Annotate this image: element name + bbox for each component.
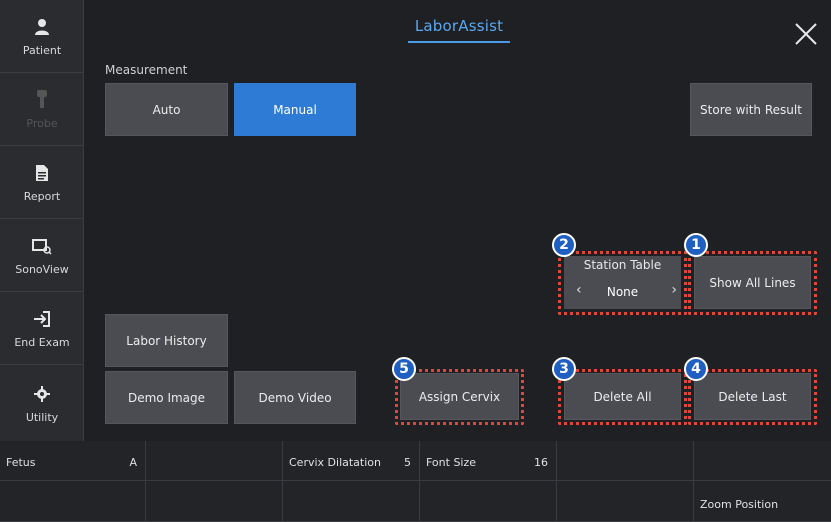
- callout-badge-5: 5: [392, 357, 416, 381]
- sidebar-item-label: Probe: [26, 116, 58, 130]
- cervix-dilatation-label: Cervix Dilatation: [289, 456, 381, 469]
- empty-softkey: [0, 481, 146, 522]
- station-table-control[interactable]: Station Table ‹ None ›: [564, 256, 681, 309]
- cervix-dilatation-value: 5: [404, 456, 411, 469]
- sidebar-item-label: Utility: [25, 410, 59, 424]
- demo-image-button[interactable]: Demo Image: [105, 371, 228, 424]
- font-size-softkey[interactable]: Font Size 16: [420, 441, 557, 481]
- end-exam-icon: [31, 308, 53, 330]
- empty-softkey: [694, 441, 831, 481]
- zoom-position-softkey[interactable]: Zoom Position: [694, 481, 831, 522]
- fetus-softkey[interactable]: Fetus A: [0, 441, 146, 481]
- sidebar-item-patient[interactable]: Patient: [0, 0, 84, 73]
- sidebar-item-label: End Exam: [14, 335, 70, 349]
- chevron-right-icon[interactable]: ›: [671, 282, 677, 298]
- sonoview-icon: [31, 235, 53, 257]
- probe-icon: [31, 89, 53, 111]
- sidebar: Patient Probe Report SonoView End Exam U…: [0, 0, 84, 441]
- callout-badge-1: 1: [684, 233, 708, 257]
- fetus-label: Fetus: [6, 456, 36, 469]
- document-icon: [31, 162, 53, 184]
- cervix-dilatation-softkey[interactable]: Cervix Dilatation 5: [283, 441, 420, 481]
- delete-last-button[interactable]: Delete Last: [694, 373, 811, 420]
- font-size-value: 16: [534, 456, 548, 469]
- callout-badge-2: 2: [552, 233, 576, 257]
- empty-softkey: [557, 481, 694, 522]
- sidebar-item-label: Patient: [22, 43, 62, 57]
- gear-icon: [31, 383, 53, 405]
- empty-softkey: [146, 481, 283, 522]
- callout-badge-3: 3: [552, 357, 576, 381]
- sidebar-item-probe: Probe: [0, 73, 84, 146]
- store-with-result-button[interactable]: Store with Result: [690, 83, 812, 136]
- sidebar-item-sonoview[interactable]: SonoView: [0, 219, 84, 292]
- callout-badge-4: 4: [684, 357, 708, 381]
- sidebar-item-label: SonoView: [15, 262, 69, 276]
- font-size-label: Font Size: [426, 456, 477, 469]
- empty-softkey: [420, 481, 557, 522]
- station-table-value: None: [606, 285, 639, 299]
- empty-softkey: [283, 481, 420, 522]
- sidebar-item-report[interactable]: Report: [0, 146, 84, 219]
- sidebar-item-end-exam[interactable]: End Exam: [0, 292, 84, 365]
- fetus-value: A: [129, 456, 137, 469]
- zoom-position-label: Zoom Position: [700, 498, 779, 511]
- sidebar-item-label: Report: [23, 189, 61, 203]
- page-title: LaborAssist: [408, 17, 510, 43]
- show-all-lines-button[interactable]: Show All Lines: [694, 256, 811, 309]
- demo-video-button[interactable]: Demo Video: [234, 371, 356, 424]
- assign-cervix-button[interactable]: Assign Cervix: [400, 373, 519, 420]
- person-icon: [31, 16, 53, 38]
- auto-button[interactable]: Auto: [105, 83, 228, 136]
- empty-softkey: [146, 441, 283, 481]
- manual-button[interactable]: Manual: [234, 83, 356, 136]
- station-table-label: Station Table: [583, 258, 662, 272]
- sidebar-item-utility[interactable]: Utility: [0, 365, 84, 441]
- close-icon[interactable]: [794, 22, 818, 46]
- measurement-label: Measurement: [105, 63, 188, 77]
- labor-history-button[interactable]: Labor History: [105, 314, 228, 367]
- soft-key-bar: Fetus A Cervix Dilatation 5 Font Size 16…: [0, 441, 831, 522]
- delete-all-button[interactable]: Delete All: [564, 373, 681, 420]
- empty-softkey: [557, 441, 694, 481]
